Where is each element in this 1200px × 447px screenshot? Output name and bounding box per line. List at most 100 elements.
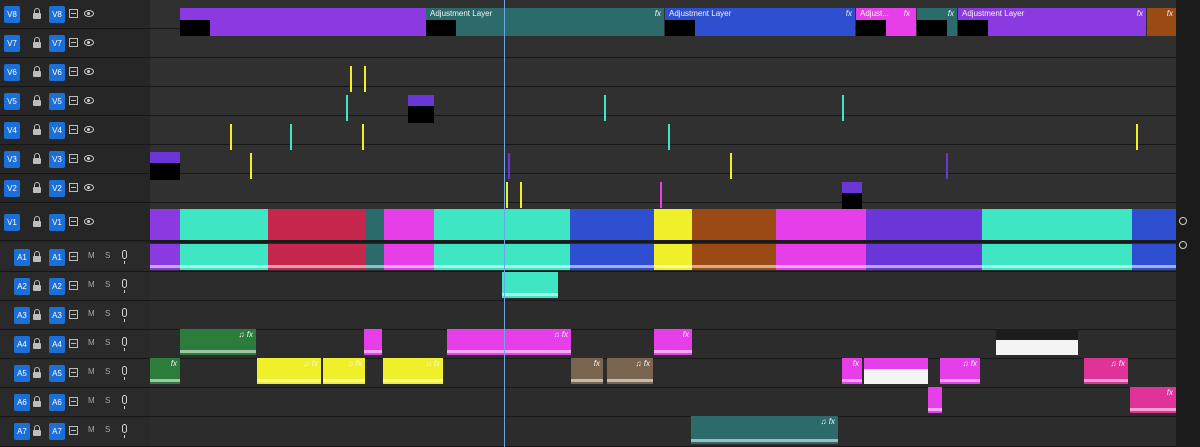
- video-clip[interactable]: [268, 209, 366, 240]
- adjustment-layer-clip[interactable]: fx: [1147, 8, 1176, 36]
- video-clip[interactable]: [150, 209, 180, 240]
- lock-icon[interactable]: [33, 153, 41, 164]
- audio-clip[interactable]: [268, 244, 366, 270]
- microphone-icon[interactable]: [122, 279, 127, 293]
- lock-icon[interactable]: [33, 396, 41, 407]
- microphone-icon[interactable]: [122, 337, 127, 351]
- audio-clip[interactable]: ♫ fx: [996, 329, 1078, 355]
- lock-icon[interactable]: [33, 8, 41, 19]
- video-clip[interactable]: fx: [842, 182, 862, 209]
- video-clip[interactable]: [364, 66, 366, 92]
- microphone-icon[interactable]: [122, 424, 127, 438]
- audio-clip[interactable]: fx: [1130, 387, 1176, 413]
- video-clip[interactable]: [1136, 124, 1138, 150]
- video-clip[interactable]: [520, 182, 522, 208]
- video-clip[interactable]: fx: [408, 95, 434, 123]
- track-target-v3[interactable]: V3: [49, 151, 65, 168]
- lock-icon[interactable]: [33, 309, 41, 320]
- microphone-icon[interactable]: [122, 250, 127, 264]
- audio-clip[interactable]: ♫ fx: [607, 358, 653, 384]
- source-patch-a1[interactable]: A1: [14, 249, 30, 266]
- source-patch-v3[interactable]: V3: [4, 151, 20, 168]
- audio-clip[interactable]: [364, 329, 382, 355]
- audio-clip[interactable]: [384, 244, 434, 270]
- sync-lock-icon[interactable]: [69, 368, 78, 377]
- mute-button[interactable]: M: [88, 425, 95, 434]
- eye-icon[interactable]: [84, 10, 94, 17]
- playhead[interactable]: [504, 0, 505, 447]
- track-target-v7[interactable]: V7: [49, 35, 65, 52]
- microphone-icon[interactable]: [122, 395, 127, 409]
- video-clip[interactable]: [350, 66, 352, 92]
- sync-lock-icon[interactable]: [69, 397, 78, 406]
- video-clip[interactable]: [180, 209, 268, 240]
- source-patch-a4[interactable]: A4: [14, 336, 30, 353]
- mute-button[interactable]: M: [88, 280, 95, 289]
- audio-clip[interactable]: fx: [150, 358, 180, 384]
- source-patch-v1[interactable]: V1: [4, 214, 20, 231]
- source-patch-v6[interactable]: V6: [4, 64, 20, 81]
- video-clip[interactable]: [230, 124, 232, 150]
- sync-lock-icon[interactable]: [69, 96, 78, 105]
- sync-lock-icon[interactable]: [69, 125, 78, 134]
- video-clip[interactable]: [946, 153, 948, 179]
- lock-icon[interactable]: [33, 216, 41, 227]
- microphone-icon[interactable]: [122, 308, 127, 322]
- video-clip[interactable]: [362, 124, 364, 150]
- audio-clip[interactable]: [692, 244, 776, 270]
- audio-clip[interactable]: [928, 387, 942, 413]
- video-clip[interactable]: [660, 182, 662, 208]
- lock-icon[interactable]: [33, 37, 41, 48]
- mute-button[interactable]: M: [88, 396, 95, 405]
- eye-icon[interactable]: [84, 68, 94, 75]
- audio-clip[interactable]: ♫ fx: [257, 358, 321, 384]
- audio-clip[interactable]: [776, 244, 866, 270]
- lock-icon[interactable]: [33, 124, 41, 135]
- audio-clip[interactable]: [366, 244, 384, 270]
- audio-clip[interactable]: [502, 272, 558, 298]
- video-clip[interactable]: [654, 209, 692, 240]
- solo-button[interactable]: S: [105, 251, 110, 260]
- audio-clip[interactable]: ♫ fx: [180, 329, 256, 355]
- sync-lock-icon[interactable]: [69, 310, 78, 319]
- audio-clip[interactable]: [150, 244, 180, 270]
- solo-button[interactable]: S: [105, 367, 110, 376]
- adjustment-layer-clip[interactable]: Adjustment Layer fx: [426, 8, 664, 36]
- video-clip[interactable]: [842, 95, 844, 121]
- video-clip[interactable]: [506, 182, 508, 208]
- track-height-knob-icon[interactable]: [1179, 217, 1187, 225]
- lock-icon[interactable]: [33, 425, 41, 436]
- audio-clip[interactable]: [434, 244, 570, 270]
- source-patch-v8[interactable]: V8: [4, 6, 20, 23]
- video-clip[interactable]: [692, 209, 776, 240]
- track-target-a6[interactable]: A6: [49, 394, 65, 411]
- lock-icon[interactable]: [33, 182, 41, 193]
- video-clip[interactable]: [866, 209, 982, 240]
- adjustment-layer-clip[interactable]: Adjustment Layer fx: [180, 8, 426, 36]
- lock-icon[interactable]: [33, 251, 41, 262]
- audio-clip[interactable]: [654, 244, 692, 270]
- eye-icon[interactable]: [84, 184, 94, 191]
- audio-clip[interactable]: ♫ fx: [940, 358, 980, 384]
- eye-icon[interactable]: [84, 39, 94, 46]
- lock-icon[interactable]: [33, 338, 41, 349]
- source-patch-v5[interactable]: V5: [4, 93, 20, 110]
- lock-icon[interactable]: [33, 367, 41, 378]
- sync-lock-icon[interactable]: [69, 252, 78, 261]
- video-clip[interactable]: [366, 209, 384, 240]
- sync-lock-icon[interactable]: [69, 154, 78, 163]
- track-target-v5[interactable]: V5: [49, 93, 65, 110]
- mute-button[interactable]: M: [88, 338, 95, 347]
- audio-clip[interactable]: fx: [571, 358, 603, 384]
- source-patch-v7[interactable]: V7: [4, 35, 20, 52]
- track-height-knob-icon[interactable]: [1179, 241, 1187, 249]
- eye-icon[interactable]: [84, 218, 94, 225]
- audio-clip[interactable]: ♫ fx: [1084, 358, 1128, 384]
- solo-button[interactable]: S: [105, 396, 110, 405]
- audio-clip[interactable]: ♫ fx: [323, 358, 365, 384]
- track-target-v6[interactable]: V6: [49, 64, 65, 81]
- source-patch-a6[interactable]: A6: [14, 394, 30, 411]
- video-clip[interactable]: [250, 153, 252, 179]
- video-clip[interactable]: [384, 209, 434, 240]
- track-target-a5[interactable]: A5: [49, 365, 65, 382]
